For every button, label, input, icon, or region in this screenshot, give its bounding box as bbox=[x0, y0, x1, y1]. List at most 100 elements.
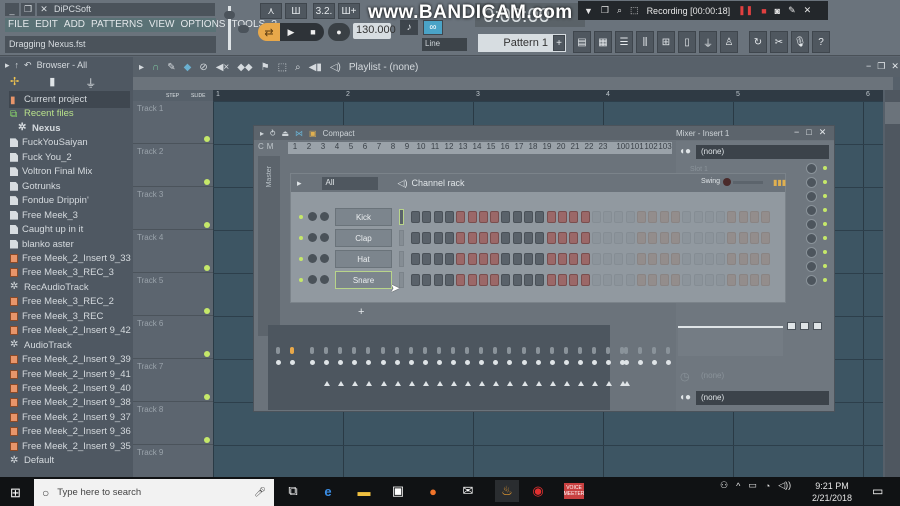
step-button[interactable] bbox=[591, 232, 601, 244]
step-button[interactable] bbox=[580, 211, 590, 223]
insert-pan-knob[interactable] bbox=[535, 347, 540, 354]
channel-mute-led[interactable] bbox=[299, 257, 303, 261]
slot-1[interactable]: Slot 1 bbox=[690, 166, 708, 173]
insert-route-arrow[interactable] bbox=[408, 381, 415, 386]
mixer-view-label[interactable]: Compact bbox=[323, 129, 355, 138]
step-button[interactable] bbox=[761, 253, 771, 265]
file-icon[interactable]: ▮ bbox=[49, 75, 55, 91]
insert-stereo-dot[interactable] bbox=[290, 360, 295, 365]
browser-item[interactable]: Gotrunks bbox=[10, 181, 61, 192]
insert-stereo-dot[interactable] bbox=[549, 360, 555, 365]
insert-pan-knob[interactable] bbox=[652, 347, 657, 354]
slide-label[interactable]: SLIDE bbox=[191, 93, 205, 99]
step-button[interactable] bbox=[738, 253, 748, 265]
insert-pan-knob[interactable] bbox=[465, 347, 470, 354]
scroll-thumb[interactable] bbox=[885, 102, 900, 124]
step-button[interactable] bbox=[444, 253, 454, 265]
step-button[interactable] bbox=[727, 211, 737, 223]
step-button[interactable] bbox=[467, 211, 477, 223]
channel-filter[interactable]: All bbox=[321, 176, 378, 190]
track-mute-led[interactable] bbox=[204, 394, 210, 400]
battery-icon[interactable]: ▭ bbox=[748, 480, 757, 491]
step-button[interactable] bbox=[546, 232, 556, 244]
step-button[interactable] bbox=[693, 232, 703, 244]
step-button[interactable] bbox=[501, 274, 511, 286]
menu-patterns[interactable]: PATTERNS bbox=[91, 19, 143, 31]
browser-item[interactable]: ✲ AudioTrack bbox=[10, 340, 72, 351]
window-icon[interactable]: ❐ bbox=[601, 5, 609, 16]
close-button[interactable]: ✕ bbox=[37, 3, 51, 16]
track-header[interactable]: Track 7 bbox=[133, 359, 213, 402]
slot-enable-led[interactable] bbox=[823, 264, 827, 268]
insert-number[interactable]: 16 bbox=[498, 142, 512, 154]
insert-stereo-dot[interactable] bbox=[408, 360, 414, 365]
channel-volume-knob[interactable] bbox=[320, 212, 329, 221]
channel-pan-knob[interactable] bbox=[308, 254, 317, 263]
step-button[interactable] bbox=[682, 232, 692, 244]
channel-button[interactable]: Snare bbox=[335, 271, 392, 289]
insert-number[interactable]: 20 bbox=[554, 142, 568, 154]
countdown-button[interactable]: 3.2. bbox=[313, 3, 335, 19]
insert-pan-knob[interactable] bbox=[366, 347, 371, 354]
step-button[interactable] bbox=[580, 232, 590, 244]
insert-number[interactable]: 15 bbox=[484, 142, 498, 154]
step-button[interactable] bbox=[637, 274, 646, 286]
step-button[interactable] bbox=[569, 232, 579, 244]
play-button[interactable]: ▶ bbox=[280, 23, 302, 41]
step-button[interactable] bbox=[444, 274, 454, 286]
step-button[interactable] bbox=[467, 253, 477, 265]
insert-number[interactable]: 4 bbox=[330, 142, 344, 154]
step-button[interactable] bbox=[524, 274, 533, 286]
track-header[interactable]: Track 6 bbox=[133, 316, 213, 359]
step-button[interactable] bbox=[557, 232, 567, 244]
channel-rack-button[interactable]: ☰ bbox=[615, 31, 633, 53]
insert-pan-knob[interactable] bbox=[422, 347, 427, 354]
step-button[interactable] bbox=[546, 211, 556, 223]
step-button[interactable] bbox=[750, 274, 759, 286]
insert-pan-knob[interactable] bbox=[436, 347, 441, 354]
browser-item[interactable]: Free Meek_2_Insert 9_39 bbox=[10, 354, 131, 365]
browser-item[interactable]: Free Meek_3_REC_3 bbox=[10, 267, 114, 278]
step-button[interactable] bbox=[603, 232, 613, 244]
insert-number[interactable]: 11 bbox=[428, 142, 442, 154]
step-button[interactable] bbox=[659, 232, 669, 244]
channel-mute-led[interactable] bbox=[299, 215, 303, 219]
step-button[interactable] bbox=[591, 253, 601, 265]
snap-selector[interactable]: Line bbox=[422, 38, 467, 51]
insert-pan-knob[interactable] bbox=[606, 347, 611, 354]
browser-item[interactable]: Free Meek_2_Insert 9_36 bbox=[10, 426, 131, 437]
view-icon[interactable]: ▣ bbox=[309, 129, 317, 138]
browser-item[interactable]: ✲ Nexus bbox=[18, 123, 61, 134]
step-button[interactable] bbox=[637, 253, 646, 265]
insert-number[interactable]: 10 bbox=[414, 142, 428, 154]
channel-pan-knob[interactable] bbox=[308, 275, 317, 284]
snake-icon[interactable]: ⥁ bbox=[270, 129, 275, 138]
step-button[interactable] bbox=[490, 274, 500, 286]
insert-number[interactable]: 103 bbox=[658, 142, 672, 154]
insert-route-arrow[interactable] bbox=[521, 381, 528, 386]
stop-button[interactable]: ■ bbox=[302, 23, 324, 41]
playlist-window-button[interactable]: ▤ bbox=[573, 31, 591, 53]
step-button[interactable] bbox=[591, 211, 601, 223]
track-header[interactable]: Track 3 bbox=[133, 187, 213, 230]
insert-number[interactable]: 100 bbox=[616, 142, 630, 154]
insert-number[interactable]: 9 bbox=[400, 142, 414, 154]
insert-number[interactable]: 23 bbox=[596, 142, 610, 154]
camera-icon[interactable]: ◙ bbox=[775, 6, 780, 16]
bandicam-icon[interactable]: ◉ bbox=[530, 483, 546, 499]
slot-enable-led[interactable] bbox=[823, 278, 827, 282]
stop-record-icon[interactable]: ■ bbox=[761, 6, 766, 16]
insert-number[interactable]: 12 bbox=[442, 142, 456, 154]
step-button[interactable] bbox=[625, 274, 635, 286]
insert-pan-knob[interactable] bbox=[408, 347, 413, 354]
step-button[interactable] bbox=[467, 274, 477, 286]
output-selector[interactable]: (none) bbox=[696, 391, 829, 405]
browser-item[interactable]: Voltron Final Mix bbox=[10, 166, 92, 177]
step-button[interactable] bbox=[546, 274, 556, 286]
pause-icon[interactable]: ❚❚ bbox=[738, 5, 753, 16]
insert-number[interactable]: 19 bbox=[540, 142, 554, 154]
restore-button[interactable]: ❐ bbox=[21, 3, 35, 16]
step-button[interactable] bbox=[535, 274, 545, 286]
step-button[interactable] bbox=[411, 253, 420, 265]
insert-route-arrow[interactable] bbox=[535, 381, 542, 386]
